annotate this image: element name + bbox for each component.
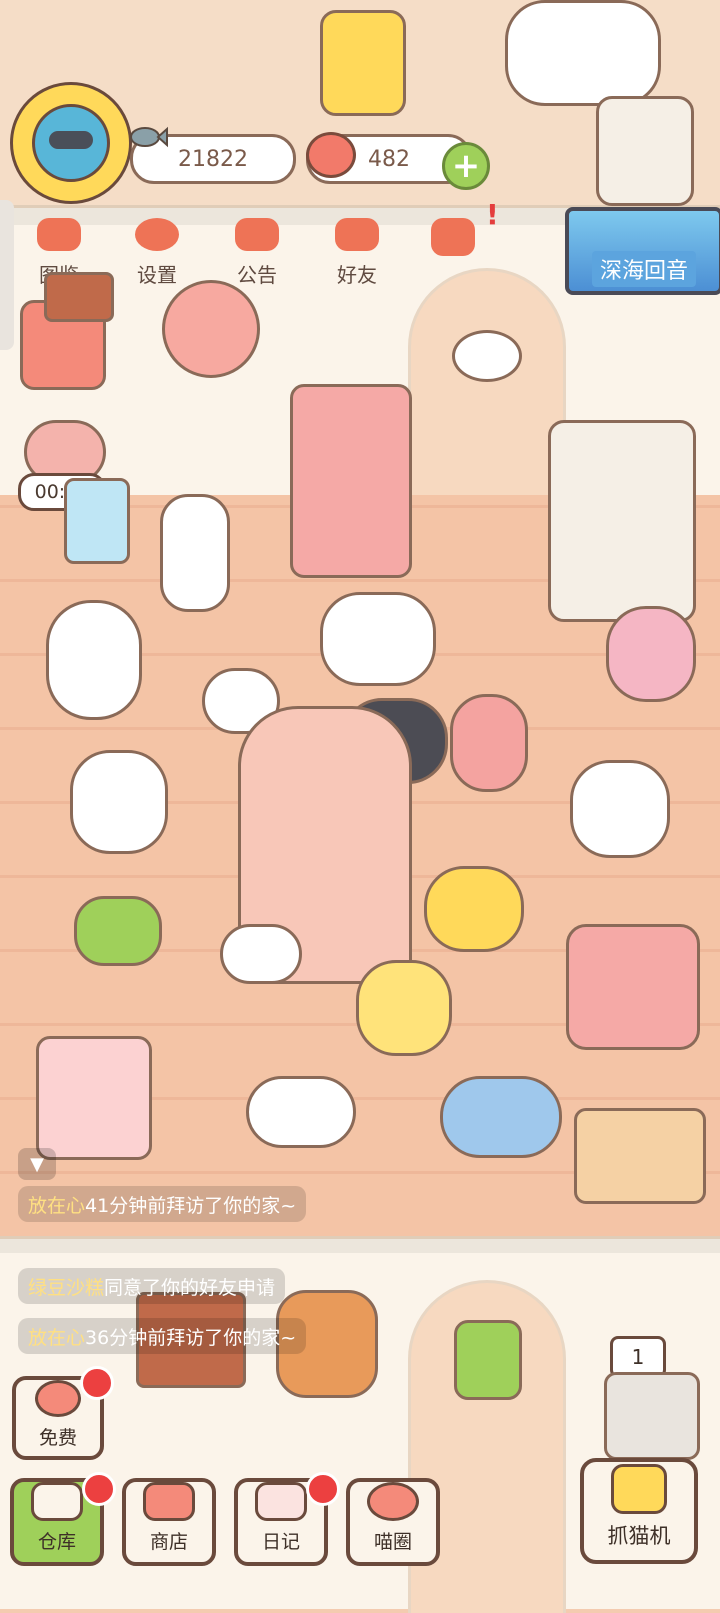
fried-egg-decor[interactable] [246, 1076, 356, 1148]
chat-toggle-button[interactable]: ▼ [18, 1148, 56, 1180]
avatar [32, 104, 110, 182]
panda-hanging-decor[interactable] [452, 330, 522, 382]
mouse-stall-decor[interactable] [548, 420, 696, 622]
doghouse-decor[interactable] [44, 272, 114, 322]
shop-button[interactable]: 商店 [122, 1478, 216, 1566]
lamp-decor[interactable] [320, 10, 406, 116]
claw-machine-decor[interactable] [290, 384, 412, 578]
gift-box-decor[interactable] [36, 1036, 152, 1160]
water-dispenser-decor[interactable] [70, 750, 168, 854]
shop-label: 商店 [149, 1531, 188, 1553]
heart-value: 482 [368, 146, 410, 172]
menu-hearts[interactable] [418, 218, 488, 288]
message-text: 41分钟前拜访了你的家~ [85, 1194, 297, 1217]
claw-icon [611, 1464, 667, 1514]
side-drawer-handle[interactable] [0, 200, 14, 350]
claw-machine-mini-icon [604, 1372, 700, 1460]
candy-jar-decor[interactable] [160, 494, 230, 612]
menu-announcement[interactable]: 公告 [222, 218, 292, 288]
cat-book-icon [37, 218, 81, 251]
warehouse-notification-dot [82, 1472, 116, 1506]
cat-circle-button[interactable]: 喵圈 [346, 1478, 440, 1566]
add-hearts-button[interactable]: + [442, 142, 490, 190]
white-cat-decor[interactable] [505, 0, 661, 106]
message-item: 绿豆沙糕 同意了你的好友申请 [18, 1268, 286, 1304]
shop-icon [143, 1482, 195, 1521]
diary-notification-dot [306, 1472, 340, 1506]
claw-machine-label: 抓猫机 [607, 1524, 671, 1548]
gift-icon [235, 218, 279, 251]
message-text: 36分钟前拜访了你的家~ [85, 1326, 297, 1349]
shopping-cart-decor[interactable] [566, 924, 700, 1050]
fish-coin-icon [130, 126, 168, 148]
panda-green-decor[interactable] [570, 760, 670, 858]
duck-decor[interactable] [356, 960, 452, 1056]
message-name: 绿豆沙糕 [28, 1276, 105, 1299]
warehouse-label: 仓库 [37, 1531, 76, 1553]
gear-icon [135, 218, 179, 251]
message-name: 放在心 [28, 1194, 86, 1217]
frog-decor[interactable] [74, 896, 162, 966]
ufo-decor[interactable] [440, 1076, 562, 1158]
event-banner-label: 深海回音 [591, 251, 696, 287]
friends-icon [335, 218, 379, 251]
coin-value: 21822 [178, 146, 248, 172]
flamingo-decor[interactable] [450, 694, 528, 792]
egg-pillow-decor[interactable] [220, 924, 302, 984]
menu-friends-label: 好友 [337, 263, 377, 287]
paw-cushion-decor[interactable] [320, 592, 436, 686]
menu-settings-label: 设置 [137, 263, 177, 287]
claw-count-value: 1 [631, 1345, 645, 1369]
doorway-arch [408, 268, 566, 501]
heart-icon [306, 132, 356, 178]
hearts-icon [431, 218, 475, 256]
hanging-charm-decor[interactable] [454, 1320, 522, 1400]
menu-announcement-label: 公告 [237, 263, 277, 287]
message-item: 放在心 41分钟前拜访了你的家~ [18, 1186, 307, 1222]
diary-icon [255, 1482, 307, 1521]
free-notification-dot [80, 1366, 114, 1400]
free-label: 免费 [38, 1427, 77, 1449]
claw-machine-button[interactable]: 抓猫机 [580, 1458, 698, 1564]
target-decor[interactable] [162, 280, 260, 378]
moon-gumball-decor[interactable] [46, 600, 142, 720]
menu-settings[interactable]: 设置 [122, 218, 192, 288]
notification-badge: ! [486, 198, 499, 231]
cat-circle-label: 喵圈 [373, 1531, 412, 1553]
warehouse-icon [31, 1482, 83, 1521]
heart-gift-icon [35, 1380, 81, 1417]
trash-bin-decor[interactable] [596, 96, 694, 206]
message-item: 放在心 36分钟前拜访了你的家~ [18, 1318, 307, 1354]
alarm-clock-decor[interactable] [424, 866, 524, 952]
stool-decor[interactable] [606, 606, 696, 702]
telescope-decor[interactable] [64, 478, 130, 564]
cat-planet-icon [367, 1482, 419, 1521]
lower-ledge [0, 1236, 720, 1253]
player-avatar[interactable] [10, 82, 132, 204]
message-text: 同意了你的好友申请 [104, 1276, 276, 1299]
cat-box-decor[interactable] [574, 1108, 706, 1204]
event-banner[interactable]: 深海回音 [565, 207, 720, 295]
message-name: 放在心 [28, 1326, 86, 1349]
diary-label: 日记 [261, 1531, 300, 1553]
menu-friends[interactable]: 好友 [322, 218, 392, 288]
